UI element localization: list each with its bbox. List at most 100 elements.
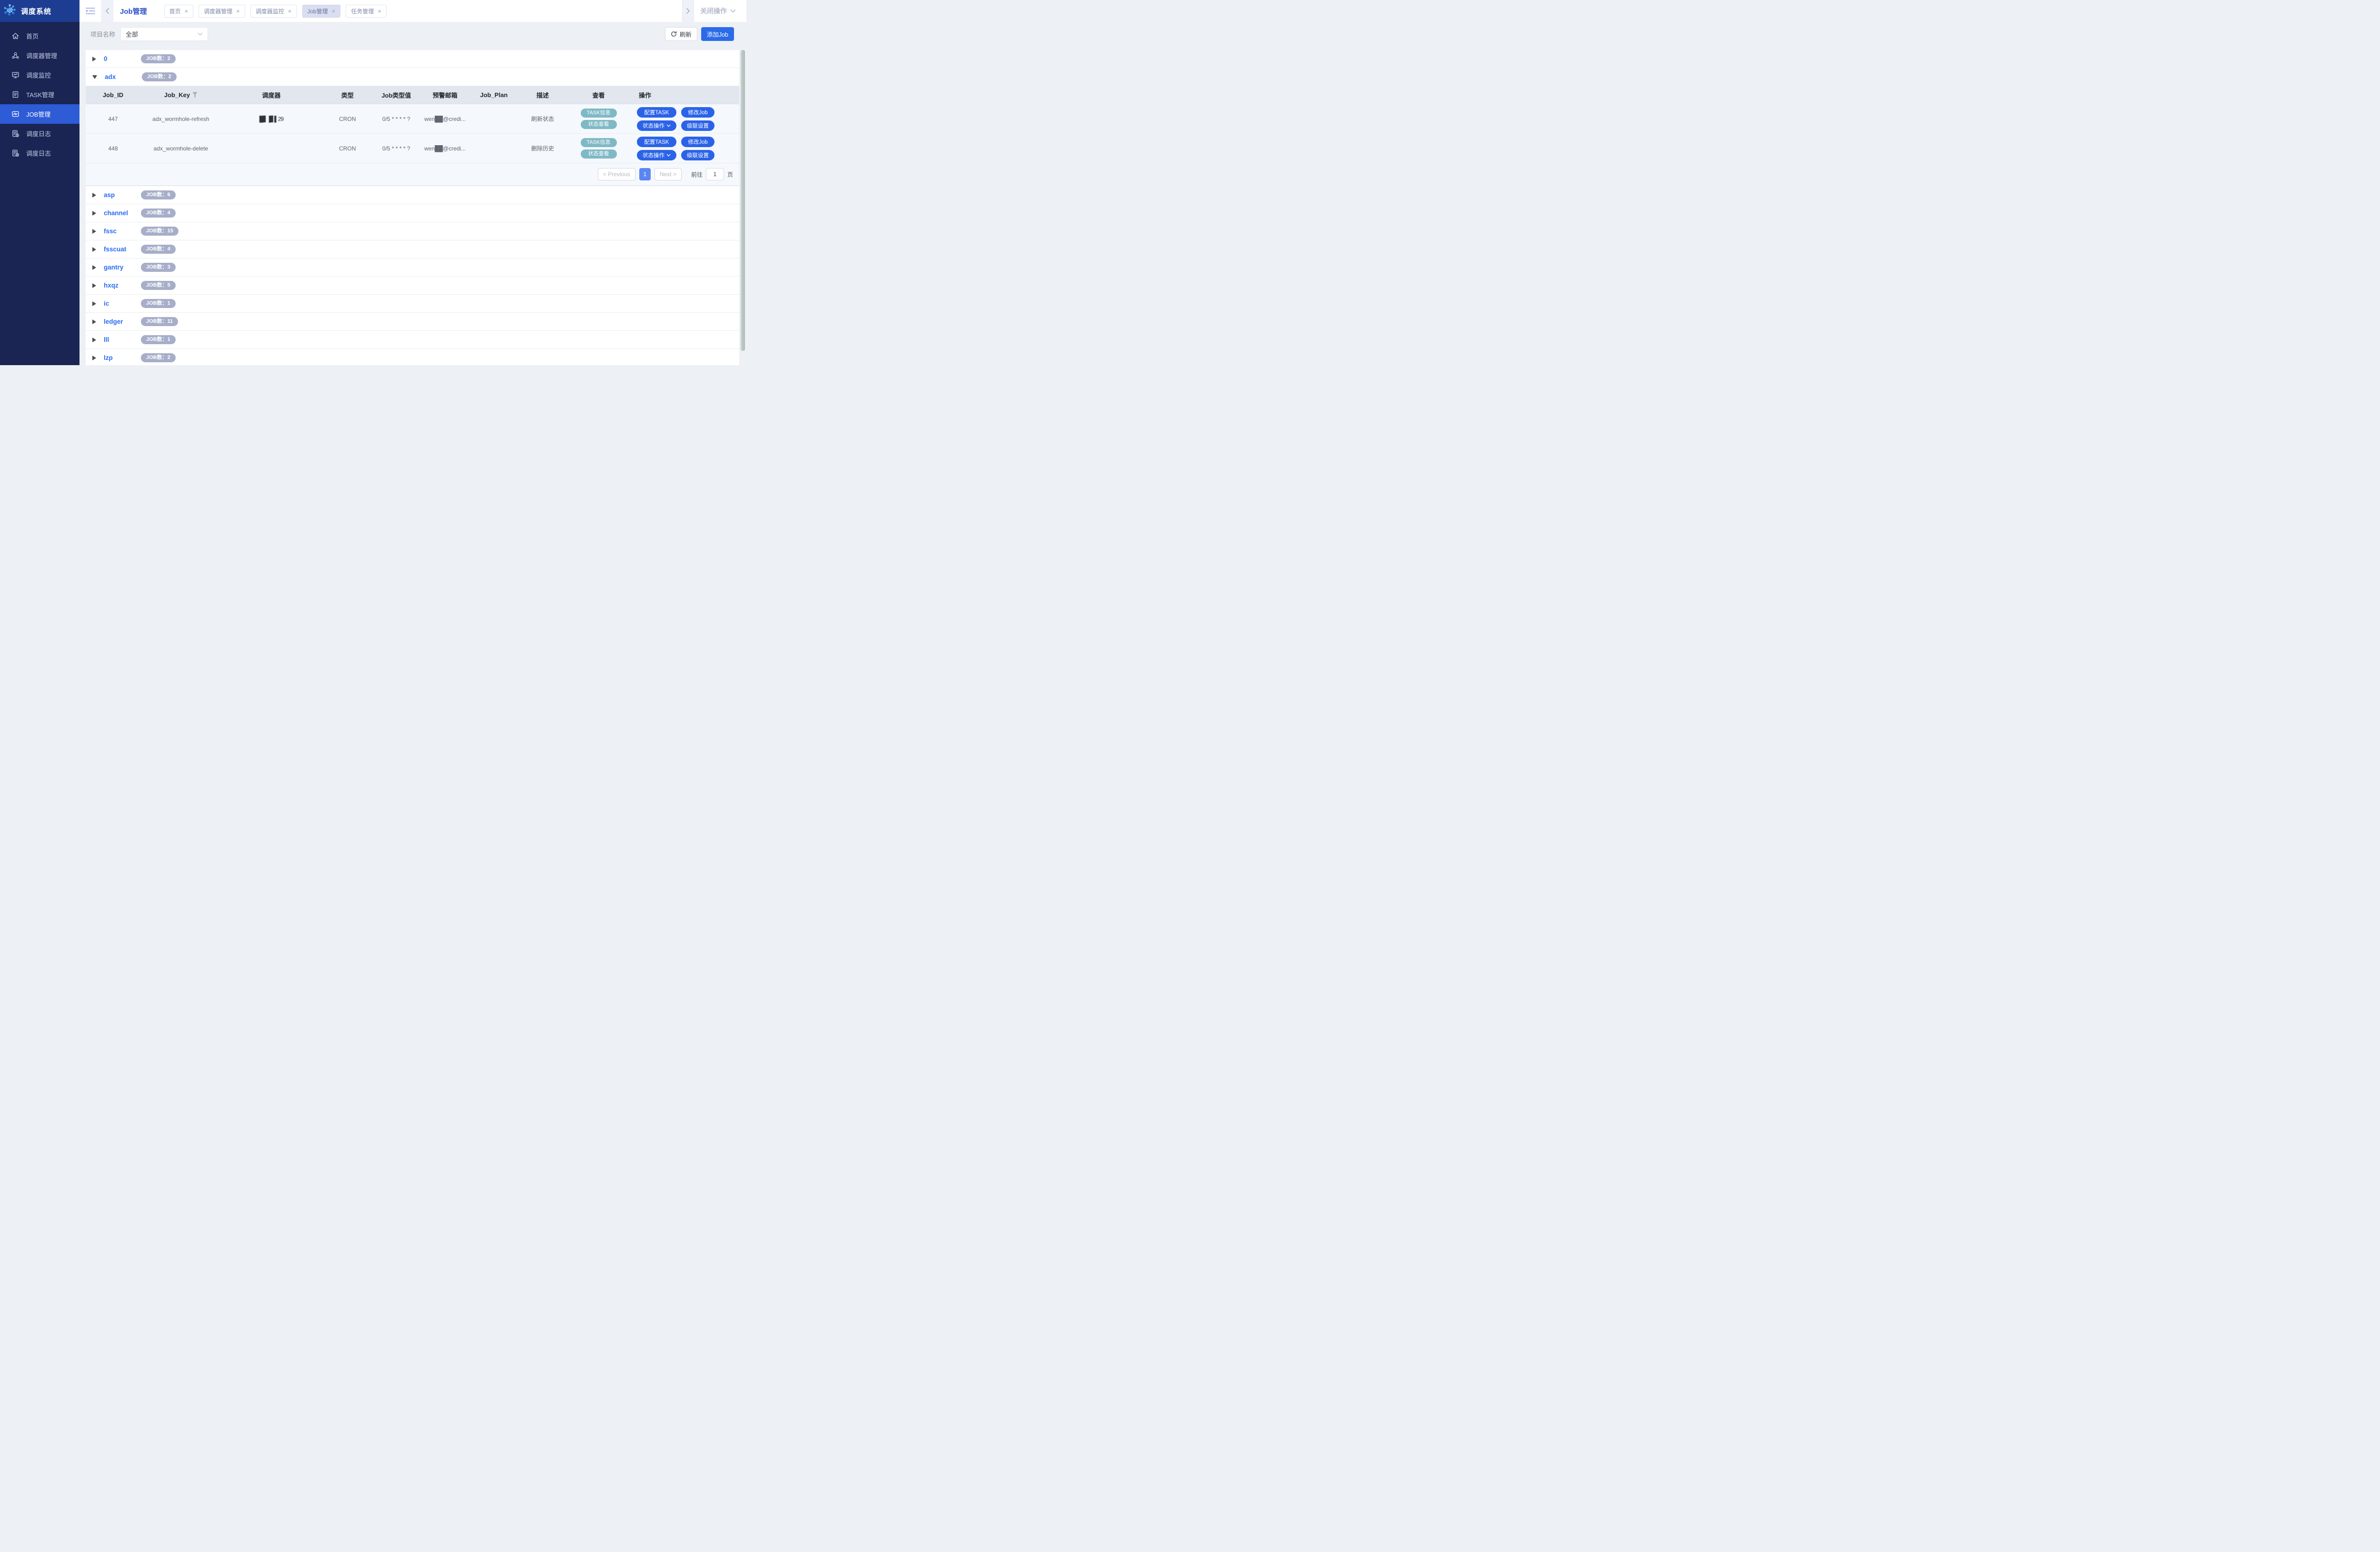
tab-scheduler-mgmt[interactable]: 调度器管理 × xyxy=(198,4,245,18)
expand-arrow-icon[interactable] xyxy=(92,229,96,234)
group-name[interactable]: lll xyxy=(104,336,141,343)
menu-collapse-icon[interactable] xyxy=(86,7,95,15)
cell-type-value: 0/5 * * * * ? xyxy=(382,145,410,152)
current-page-button[interactable]: 1 xyxy=(639,168,651,180)
close-icon[interactable]: × xyxy=(332,8,336,14)
group-row-fssc[interactable]: fssc JOB数：15 xyxy=(86,222,739,240)
status-view-button[interactable]: 状态查看 xyxy=(580,149,617,159)
group-name[interactable]: ic xyxy=(104,300,141,307)
tab-scheduler-monitor[interactable]: 调度器监控 × xyxy=(250,4,297,18)
group-row-gantry[interactable]: gantry JOB数：3 xyxy=(86,259,739,277)
tab-job-mgmt[interactable]: Job管理 × xyxy=(302,4,341,18)
status-view-button[interactable]: 状态查看 xyxy=(580,120,617,129)
app-root: 调度系统 首页 调度器管理 调度监控 TASK管理 JOB管理 调度日志 调度日… xyxy=(0,0,746,365)
edit-job-button[interactable]: 修改Job xyxy=(681,107,714,118)
sidebar-item-monitor[interactable]: 调度监控 xyxy=(0,65,79,85)
close-icon[interactable]: × xyxy=(185,8,188,14)
table-row: 448 adx_wormhole-delete CRON 0/5 * * * *… xyxy=(86,134,739,163)
sidebar-item-schedule-log-1[interactable]: 调度日志 xyxy=(0,124,79,143)
previous-page-button[interactable]: < Previous xyxy=(597,168,635,180)
goto-page-input[interactable] xyxy=(705,168,724,180)
group-row-ic[interactable]: ic JOB数：1 xyxy=(86,295,739,313)
expand-arrow-icon[interactable] xyxy=(92,355,96,360)
expand-arrow-icon[interactable] xyxy=(92,192,96,198)
status-actions-dropdown[interactable]: 状态操作 xyxy=(637,120,676,131)
tabs-scroll-left[interactable] xyxy=(101,0,113,22)
close-operations-menu[interactable]: 关闭操作 xyxy=(700,6,736,16)
tab-task-mgmt[interactable]: 任务管理 × xyxy=(346,4,387,18)
chevron-down-icon xyxy=(198,32,203,36)
project-select-value: 全部 xyxy=(126,31,139,38)
cascade-settings-button[interactable]: 级联设置 xyxy=(681,120,714,131)
group-row-fsscuat[interactable]: fsscuat JOB数：4 xyxy=(86,240,739,259)
group-name[interactable]: gantry xyxy=(104,264,141,271)
job-count-badge: JOB数：11 xyxy=(141,317,178,326)
close-icon[interactable]: × xyxy=(236,8,240,14)
col-view: 查看 xyxy=(592,92,605,99)
group-name[interactable]: fssc xyxy=(104,228,141,235)
tab-label: Job管理 xyxy=(307,8,328,15)
project-select[interactable]: 全部 xyxy=(120,27,208,41)
group-row-0[interactable]: 0 JOB数：2 xyxy=(86,50,739,68)
group-name[interactable]: asp xyxy=(104,191,141,199)
add-job-button[interactable]: 添加Job xyxy=(701,27,734,41)
expand-arrow-icon[interactable] xyxy=(92,210,96,216)
col-alert-email: 预警邮箱 xyxy=(432,92,457,99)
tab-label: 首页 xyxy=(169,8,181,15)
sidebar-item-scheduler-mgmt[interactable]: 调度器管理 xyxy=(0,46,79,65)
config-task-button[interactable]: 配置TASK xyxy=(637,107,676,118)
group-row-hxqz[interactable]: hxqz JOB数：5 xyxy=(86,277,739,295)
sidebar-item-job-mgmt[interactable]: JOB管理 xyxy=(0,104,79,124)
filter-funnel-icon[interactable] xyxy=(192,92,198,98)
group-row-channel[interactable]: channel JOB数：4 xyxy=(86,204,739,222)
config-task-button[interactable]: 配置TASK xyxy=(637,136,676,147)
tabs-scroll-right[interactable] xyxy=(682,0,694,22)
status-actions-dropdown[interactable]: 状态操作 xyxy=(637,149,676,160)
cascade-settings-button[interactable]: 级联设置 xyxy=(681,149,714,160)
cell-job-id: 447 xyxy=(108,115,118,122)
group-row-ledger[interactable]: ledger JOB数：11 xyxy=(86,313,739,331)
group-name[interactable]: lzp xyxy=(104,354,141,361)
group-name[interactable]: hxqz xyxy=(104,282,141,289)
close-icon[interactable]: × xyxy=(288,8,292,14)
tab-home[interactable]: 首页 × xyxy=(164,4,194,18)
group-name[interactable]: fsscuat xyxy=(104,246,141,253)
home-icon xyxy=(11,32,20,40)
expand-arrow-icon[interactable] xyxy=(92,337,96,342)
group-name[interactable]: channel xyxy=(104,209,141,217)
expand-arrow-icon[interactable] xyxy=(92,247,96,252)
expand-arrow-icon[interactable] xyxy=(92,301,96,306)
close-icon[interactable]: × xyxy=(377,8,381,14)
task-info-button[interactable]: TASK信息 xyxy=(580,138,617,147)
sidebar-item-schedule-log-2[interactable]: 调度日志 xyxy=(0,143,79,163)
edit-job-button[interactable]: 修改Job xyxy=(681,136,714,147)
group-row-lll[interactable]: lll JOB数：1 xyxy=(86,331,739,349)
sidebar-menu: 首页 调度器管理 调度监控 TASK管理 JOB管理 调度日志 调度日志 xyxy=(0,22,79,163)
group-row-lzp[interactable]: lzp JOB数：2 xyxy=(86,349,739,365)
page-unit-label: 页 xyxy=(727,171,733,178)
scheduler-icon xyxy=(11,51,20,60)
next-page-button[interactable]: Next > xyxy=(654,168,682,180)
group-row-asp[interactable]: asp JOB数：6 xyxy=(86,186,739,204)
group-name[interactable]: ledger xyxy=(104,318,141,325)
cell-type-value: 0/5 * * * * ? xyxy=(382,115,410,122)
col-type-value: Job类型值 xyxy=(381,92,411,99)
job-count-badge: JOB数：1 xyxy=(141,335,176,344)
collapse-arrow-icon[interactable] xyxy=(92,75,97,79)
expand-arrow-icon[interactable] xyxy=(92,265,96,270)
expand-arrow-icon[interactable] xyxy=(92,56,96,61)
job-count-badge: JOB数：2 xyxy=(141,353,176,362)
vertical-scrollbar[interactable] xyxy=(741,50,745,351)
sidebar-item-task-mgmt[interactable]: TASK管理 xyxy=(0,85,79,104)
task-info-button[interactable]: TASK信息 xyxy=(580,109,617,118)
group-name[interactable]: adx xyxy=(105,73,142,80)
group-name[interactable]: 0 xyxy=(104,55,141,62)
expand-arrow-icon[interactable] xyxy=(92,319,96,324)
expand-arrow-icon[interactable] xyxy=(92,283,96,288)
cell-type: CRON xyxy=(339,145,356,152)
table-row: 447 adx_wormhole-refresh █▋▐▋▌29 CRON 0/… xyxy=(86,104,739,134)
col-actions: 操作 xyxy=(639,92,652,99)
sidebar-item-home[interactable]: 首页 xyxy=(0,26,79,46)
group-row-adx[interactable]: adx JOB数：2 xyxy=(86,68,739,86)
refresh-button[interactable]: 刷新 xyxy=(664,27,697,41)
